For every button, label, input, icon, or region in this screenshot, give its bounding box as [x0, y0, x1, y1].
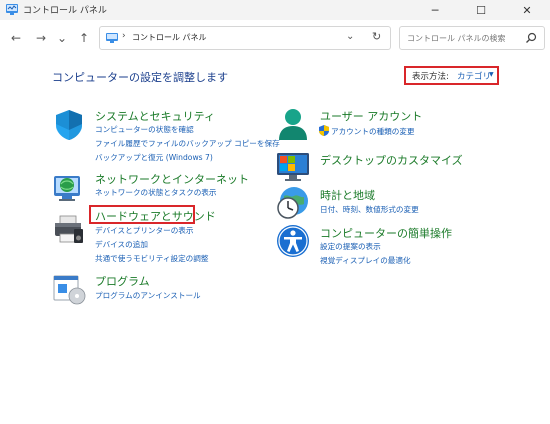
category-network-internet[interactable]: ネットワークとインターネット — [95, 171, 249, 187]
recent-locations-button[interactable]: ⌄ — [54, 30, 70, 46]
address-dropdown-icon[interactable]: ⌄ — [346, 31, 354, 42]
network-globe-icon[interactable] — [52, 170, 86, 204]
window-title: コントロール パネル — [23, 6, 107, 16]
clock-region-icon[interactable] — [276, 186, 310, 220]
programs-icon[interactable] — [52, 272, 86, 306]
system-security-shield-icon[interactable] — [52, 108, 86, 142]
category-hardware-sound[interactable]: ハードウェアとサウンド — [95, 208, 216, 224]
address-bar[interactable]: › コントロール パネル ⌄ ↻ — [99, 26, 391, 50]
desktop-personalization-icon[interactable] — [276, 150, 310, 184]
close-button[interactable]: ✕ — [504, 0, 550, 20]
search-placeholder: コントロール パネルの検索 — [407, 34, 506, 43]
link-change-date-time-format[interactable]: 日付、時刻、数値形式の変更 — [320, 204, 419, 215]
link-devices-printers[interactable]: デバイスとプリンターの表示 — [95, 225, 194, 236]
back-button[interactable]: ← — [8, 30, 24, 46]
category-clock-region[interactable]: 時計と地域 — [320, 187, 375, 203]
view-by-label: 表示方法: — [412, 72, 449, 82]
user-accounts-icon[interactable] — [276, 107, 310, 141]
view-by-dropdown[interactable]: カテゴリ — [457, 70, 491, 82]
link-suggested-settings[interactable]: 設定の提案の表示 — [320, 241, 381, 252]
up-button[interactable]: ↑ — [76, 30, 92, 46]
breadcrumb-control-panel[interactable]: コントロール パネル — [132, 32, 207, 43]
uac-shield-icon — [319, 125, 329, 136]
forward-button[interactable]: → — [33, 30, 49, 46]
refresh-icon[interactable]: ↻ — [372, 30, 381, 43]
link-backup-restore[interactable]: バックアップと復元 (Windows 7) — [95, 152, 213, 163]
link-optimize-visual-display[interactable]: 視覚ディスプレイの最適化 — [320, 255, 411, 266]
category-programs[interactable]: プログラム — [95, 273, 150, 289]
breadcrumb-chevron-icon[interactable]: › — [122, 31, 126, 41]
link-uninstall-program[interactable]: プログラムのアンインストール — [95, 290, 201, 301]
category-appearance-personalization[interactable]: デスクトップのカスタマイズ — [320, 152, 463, 168]
search-icon[interactable] — [525, 32, 537, 44]
control-panel-icon — [6, 4, 18, 15]
link-change-account-type[interactable]: アカウントの種類の変更 — [331, 126, 415, 137]
link-network-status[interactable]: ネットワークの状態とタスクの表示 — [95, 187, 217, 198]
chevron-down-icon[interactable]: ▼ — [489, 71, 494, 78]
category-user-accounts[interactable]: ユーザー アカウント — [320, 108, 422, 124]
printer-icon[interactable] — [52, 212, 86, 246]
category-ease-of-access[interactable]: コンピューターの簡単操作 — [320, 225, 452, 241]
link-file-history-backup[interactable]: ファイル履歴でファイルのバックアップ コピーを保存 — [95, 138, 280, 149]
category-system-security[interactable]: システムとセキュリティ — [95, 108, 215, 124]
link-add-device[interactable]: デバイスの追加 — [95, 239, 148, 250]
maximize-button[interactable]: ☐ — [458, 0, 504, 20]
ease-of-access-icon[interactable] — [276, 224, 310, 258]
title-bar: コントロール パネル ─ ☐ ✕ — [0, 0, 550, 20]
control-panel-icon — [106, 33, 118, 43]
search-input[interactable]: コントロール パネルの検索 — [399, 26, 545, 50]
view-by-selector: 表示方法: カテゴリ ▼ — [404, 66, 499, 85]
page-title: コンピューターの設定を調整します — [52, 71, 228, 84]
minimize-button[interactable]: ─ — [412, 0, 458, 20]
link-check-computer-status[interactable]: コンピューターの状態を確認 — [95, 124, 194, 135]
link-mobility-settings[interactable]: 共通で使うモビリティ設定の調整 — [95, 253, 208, 264]
